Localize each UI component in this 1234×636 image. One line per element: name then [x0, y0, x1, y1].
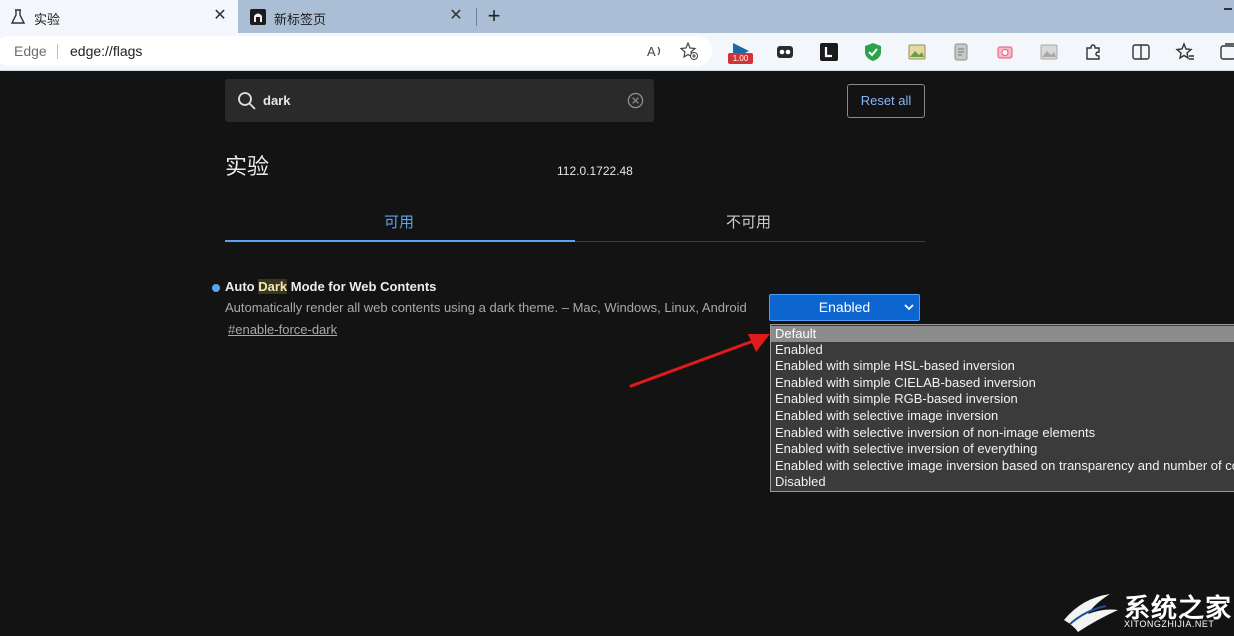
extension-l-icon[interactable] [819, 42, 839, 62]
experiment-description: Automatically render all web contents us… [225, 300, 747, 315]
flask-icon [10, 9, 26, 24]
tab-available[interactable]: 可用 [384, 211, 414, 232]
version-label: 112.0.1722.48 [557, 164, 633, 178]
split-screen-icon[interactable] [1131, 42, 1151, 62]
dropdown-option[interactable]: Enabled with selective inversion of non-… [771, 425, 1234, 441]
shield-check-icon[interactable] [863, 42, 883, 62]
picture-extension-icon[interactable] [1039, 42, 1059, 62]
dropdown-option[interactable]: Enabled with selective image inversion [771, 408, 1234, 424]
search-highlight: Dark [258, 279, 288, 294]
dropdown-option[interactable]: Disabled [771, 474, 1234, 490]
close-icon[interactable]: ✕ [212, 7, 228, 25]
tab-title: 实验 [34, 12, 61, 27]
annotation-arrow-icon [629, 334, 770, 388]
favorites-icon[interactable] [1175, 42, 1195, 62]
address-divider [57, 44, 58, 59]
navigation-bar: Edge edge://flags A [0, 33, 1234, 71]
search-icon [238, 92, 256, 110]
screenshot-extension-icon[interactable] [995, 42, 1015, 62]
edge-newtab-icon [250, 9, 266, 25]
dropdown-option[interactable]: Enabled with simple CIELAB-based inversi… [771, 375, 1234, 391]
clear-search-icon[interactable] [627, 92, 644, 109]
selected-value: Enabled [818, 299, 871, 315]
search-input[interactable]: dark [263, 93, 290, 108]
experiment-select[interactable]: Enabled [769, 294, 920, 321]
read-aloud-icon[interactable]: A [646, 42, 664, 60]
search-flags[interactable]: dark [225, 79, 654, 122]
extension-gamepad-icon[interactable] [775, 42, 795, 62]
edge-label: Edge [14, 43, 47, 59]
tab-active-indicator [225, 240, 575, 242]
extensions-puzzle-icon[interactable] [1083, 42, 1103, 62]
experiment-name-prefix: Auto [225, 279, 259, 294]
select-dropdown-list: Default Enabled Enabled with simple HSL-… [770, 324, 1234, 492]
tab-title: 新标签页 [274, 12, 327, 27]
dropdown-option[interactable]: Enabled with simple RGB-based inversion [771, 391, 1234, 407]
experiment-name-suffix: Mode for Web Contents [287, 279, 437, 294]
dropdown-option[interactable]: Default [771, 326, 1234, 342]
tab-flags[interactable]: 实验 ✕ [0, 0, 238, 33]
close-icon[interactable]: ✕ [448, 7, 464, 25]
page-title: 实验 [225, 154, 270, 179]
reset-all-button[interactable]: Reset all [847, 84, 925, 118]
experiment-permalink[interactable]: #enable-force-dark [228, 322, 337, 337]
modified-indicator [212, 284, 220, 292]
collections-icon[interactable] [1219, 42, 1234, 62]
add-favorite-icon[interactable] [680, 42, 698, 60]
tab-new-tab[interactable]: 新标签页 ✕ [240, 0, 474, 33]
minimize-icon[interactable] [1224, 8, 1232, 10]
tab-strip: 实验 ✕ 新标签页 ✕ + [0, 0, 1234, 33]
tab-divider [476, 8, 477, 26]
dropdown-option[interactable]: Enabled with selective inversion of ever… [771, 441, 1234, 457]
watermark-url: XITONGZHIJIA.NET [1124, 619, 1215, 629]
dropdown-option[interactable]: Enabled with selective image inversion b… [771, 458, 1234, 474]
extension-badge: 1.00 [728, 53, 753, 64]
dropdown-option[interactable]: Enabled [771, 342, 1234, 358]
experiment-name: Auto Dark Mode for Web Contents [225, 279, 436, 294]
new-tab-button[interactable]: + [484, 4, 504, 28]
chevron-down-icon [904, 304, 914, 311]
document-extension-icon[interactable] [951, 42, 971, 62]
address-bar[interactable]: Edge edge://flags A [0, 36, 712, 66]
dropdown-option[interactable]: Enabled with simple HSL-based inversion [771, 358, 1234, 374]
svg-text:A: A [647, 44, 656, 59]
image-extension-icon[interactable] [907, 42, 927, 62]
url-text[interactable]: edge://flags [70, 43, 142, 59]
tab-unavailable[interactable]: 不可用 [726, 211, 771, 232]
